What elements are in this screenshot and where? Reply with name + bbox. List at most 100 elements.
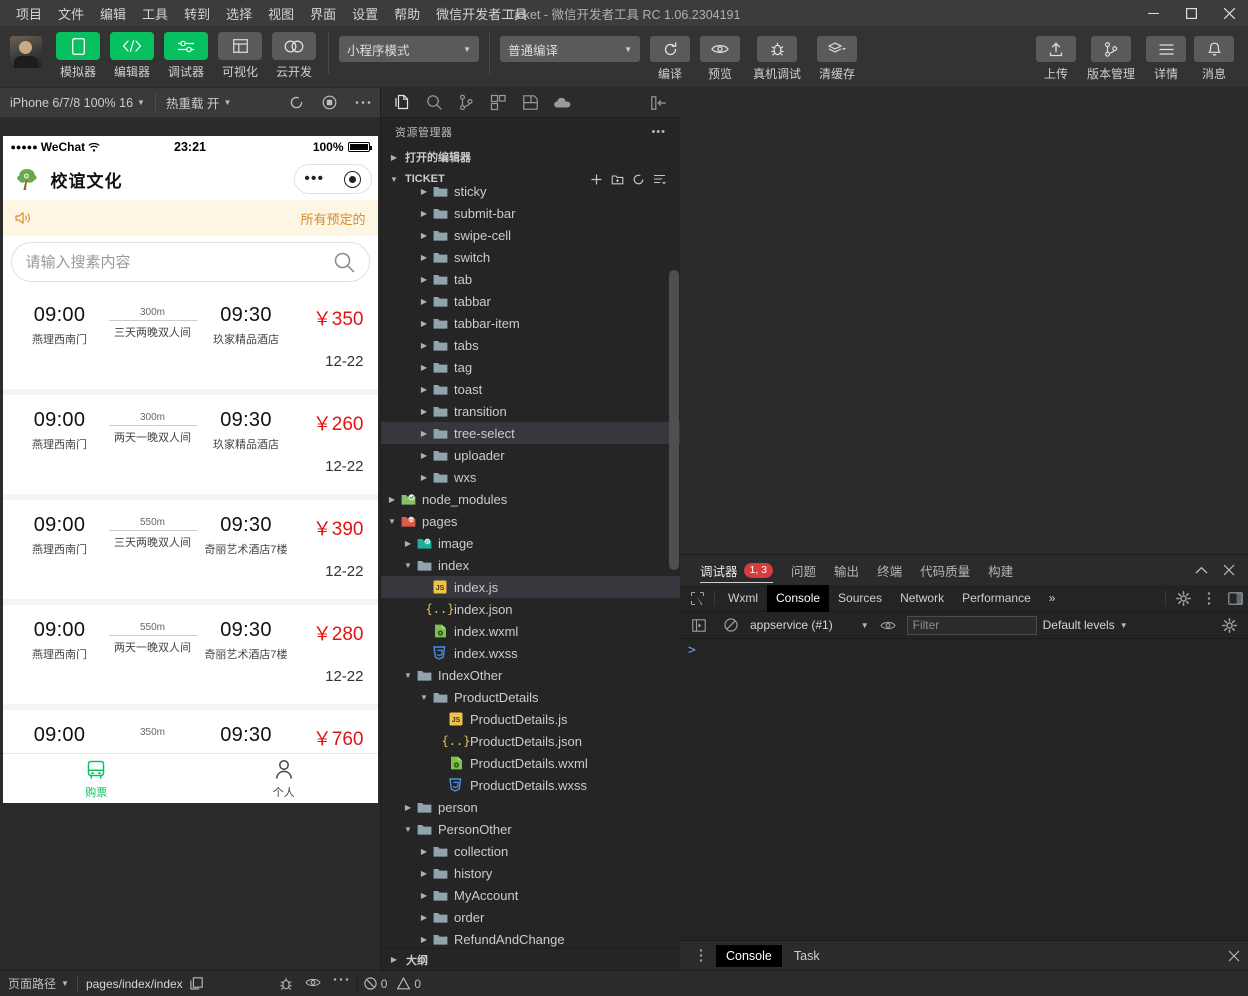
tree-item[interactable]: ▶ Pimage [381, 532, 680, 554]
devtools-tab-sources[interactable]: Sources [829, 586, 891, 611]
panel-tab-build[interactable]: 构建 [980, 555, 1021, 585]
tree-item[interactable]: ▼ IndexOther [381, 664, 680, 686]
tree-item[interactable]: ▶ tab [381, 268, 680, 290]
ticket-list[interactable]: 09:00 燕理西南门 300m 三天两晚双人间 09:30 玖家精品酒店 ￥3… [2, 290, 378, 803]
tree-item[interactable]: ▶ tree-select [381, 422, 680, 444]
tree-item[interactable]: index.wxss [381, 642, 680, 664]
eye-icon[interactable] [305, 977, 321, 991]
outline-section[interactable]: ▶ 大纲 [381, 948, 680, 970]
editor-button[interactable]: 编辑器 [108, 32, 156, 80]
chevron-right-icon[interactable]: ▶ [417, 253, 431, 262]
mode-select[interactable]: 小程序模式 ▼ [339, 36, 479, 62]
tabbar-item-tickets[interactable]: 购票 [3, 754, 191, 803]
maximize-icon[interactable] [1172, 0, 1210, 26]
ticket-row[interactable]: 09:00 燕理西南门 300m 两天一晚双人间 09:30 玖家精品酒店 ￥2… [2, 395, 378, 500]
menu-item-devtools[interactable]: 微信开发者工具 [428, 1, 535, 26]
ticket-row[interactable]: 09:00 燕理西南门 550m 三天两晚双人间 09:30 奇丽艺术酒店7楼 … [2, 500, 378, 605]
menu-item-interface[interactable]: 界面 [302, 1, 344, 26]
search-box[interactable] [10, 242, 370, 282]
tree-item[interactable]: ▶ tabbar-item [381, 312, 680, 334]
messages-button[interactable]: 消息 [1192, 32, 1236, 82]
console-sidebar-icon[interactable] [686, 613, 712, 638]
chevron-right-icon[interactable]: ▶ [417, 385, 431, 394]
console-levels-select[interactable]: Default levels ▼ [1043, 618, 1128, 632]
details-button[interactable]: 详情 [1144, 32, 1188, 82]
device-select[interactable]: iPhone 6/7/8 100% 16 ▼ [0, 88, 155, 118]
panel-tab-terminal[interactable]: 终端 [869, 555, 910, 585]
page-path-select[interactable]: 页面路径 ▼ [0, 971, 77, 996]
drawer-tab-task[interactable]: Task [784, 945, 830, 967]
console-filter-input[interactable] [906, 615, 1037, 635]
gear-icon[interactable] [1216, 613, 1242, 638]
chevron-right-icon[interactable]: ▶ [417, 363, 431, 372]
chevron-right-icon[interactable]: ▶ [417, 473, 431, 482]
dock-icon[interactable] [1222, 586, 1248, 611]
minimize-icon[interactable] [1134, 0, 1172, 26]
panel-tab-debugger[interactable]: 调试器 1, 3 [692, 555, 781, 585]
hot-reload-toggle[interactable]: 热重载 开 ▼ [156, 88, 241, 118]
menu-item-settings[interactable]: 设置 [344, 1, 386, 26]
chevron-right-icon[interactable]: ▶ [417, 209, 431, 218]
tree-item[interactable]: ▼ <> pages [381, 510, 680, 532]
close-target-icon[interactable] [343, 170, 361, 188]
close-icon[interactable] [1216, 557, 1242, 583]
more-icon[interactable] [333, 977, 349, 991]
ticket-row[interactable]: 09:00 燕理西南门 550m 两天一晚双人间 09:30 奇丽艺术酒店7楼 … [2, 605, 378, 710]
tree-item[interactable]: ▶ RefundAndChange [381, 928, 680, 948]
menu-item-edit[interactable]: 编辑 [92, 1, 134, 26]
kebab-icon[interactable] [688, 943, 714, 968]
capsule-button[interactable]: ••• [293, 164, 372, 194]
menu-item-view[interactable]: 视图 [260, 1, 302, 26]
tree-item[interactable]: ▶ node_modules [381, 488, 680, 510]
avatar[interactable] [10, 36, 42, 68]
inspect-icon[interactable] [684, 586, 710, 611]
menu-item-file[interactable]: 文件 [50, 1, 92, 26]
compile-button[interactable]: 编译 [648, 32, 692, 82]
eye-icon[interactable] [875, 613, 901, 638]
upload-button[interactable]: 上传 [1034, 32, 1078, 82]
tree-item[interactable]: ▶ swipe-cell [381, 224, 680, 246]
save-icon[interactable] [515, 89, 545, 117]
search-input[interactable] [25, 253, 333, 271]
close-icon[interactable] [1210, 0, 1248, 26]
file-tree[interactable]: ▶ sticky ▶ submit-bar ▶ swipe-cell ▶ switch ▶ tab… [381, 180, 680, 948]
kebab-icon[interactable] [1196, 586, 1222, 611]
tree-item[interactable]: ▶ person [381, 796, 680, 818]
tree-item[interactable]: ▼ PersonOther [381, 818, 680, 840]
chevron-right-icon[interactable]: ▶ [417, 891, 431, 900]
problems-status[interactable]: 0 0 [356, 976, 657, 991]
tree-scrollbar[interactable] [669, 270, 679, 570]
tree-item[interactable]: ▶ transition [381, 400, 680, 422]
chevron-right-icon[interactable]: ▶ [417, 231, 431, 240]
tree-item[interactable]: ▶ order [381, 906, 680, 928]
files-icon[interactable] [387, 89, 417, 117]
tree-item[interactable]: ▼ ProductDetails [381, 686, 680, 708]
compile-select[interactable]: 普通编译 ▼ [500, 36, 640, 62]
tree-item[interactable]: JS ProductDetails.js [381, 708, 680, 730]
preview-button[interactable]: 预览 [698, 32, 742, 82]
tree-item[interactable]: JS index.js [381, 576, 680, 598]
chevron-right-icon[interactable]: ▶ [417, 451, 431, 460]
ticket-row[interactable]: 09:00 燕理西南门 300m 三天两晚双人间 09:30 玖家精品酒店 ￥3… [2, 290, 378, 395]
sim-more-icon[interactable] [346, 100, 380, 105]
tree-item[interactable]: ▶ sticky [381, 180, 680, 202]
copy-icon[interactable] [190, 977, 203, 990]
extensions-icon[interactable] [483, 89, 513, 117]
devtools-more-tabs[interactable]: » [1040, 586, 1065, 611]
chevron-right-icon[interactable]: ▶ [417, 275, 431, 284]
panel-tab-problems[interactable]: 问题 [783, 555, 824, 585]
chevron-up-icon[interactable] [1188, 557, 1214, 583]
editor-area[interactable] [680, 88, 1248, 554]
chevron-right-icon[interactable]: ▶ [417, 297, 431, 306]
chevron-right-icon[interactable]: ▶ [417, 847, 431, 856]
chevron-right-icon[interactable]: ▶ [385, 495, 399, 504]
open-editors-header[interactable]: ▶ 打开的编辑器 [381, 146, 680, 168]
tree-item[interactable]: ProductDetails.wxml [381, 752, 680, 774]
tree-item[interactable]: ▼ index [381, 554, 680, 576]
chevron-right-icon[interactable]: ▶ [401, 803, 415, 812]
tree-item[interactable]: ▶ tabs [381, 334, 680, 356]
tree-item[interactable]: index.wxml [381, 620, 680, 642]
menu-item-help[interactable]: 帮助 [386, 1, 428, 26]
search-icon[interactable] [333, 251, 355, 273]
search-icon[interactable] [419, 89, 449, 117]
